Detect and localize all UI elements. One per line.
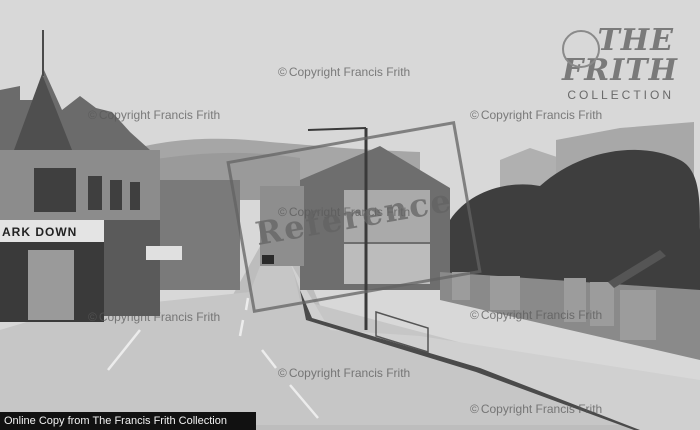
- photo-scene: ARK DOWN Copyright Francis Frith Copyrig…: [0, 0, 700, 430]
- neighbouring-shops: [104, 220, 160, 316]
- watermark: Copyright Francis Frith: [88, 310, 220, 324]
- watermark: Copyright Francis Frith: [470, 108, 602, 122]
- watermark: Copyright Francis Frith: [470, 402, 602, 416]
- shop-window: [28, 250, 74, 320]
- distant-shops: [160, 180, 240, 290]
- watermark: Copyright Francis Frith: [470, 308, 602, 322]
- shop-sign: ARK DOWN: [2, 225, 78, 239]
- caption-bar: Online Copy from The Francis Frith Colle…: [0, 412, 256, 430]
- logo-line-2: COLLECTION: [567, 88, 674, 102]
- watermark: Copyright Francis Frith: [278, 65, 410, 79]
- watermark: Copyright Francis Frith: [278, 366, 410, 380]
- frith-logo: THE FRITH COLLECTION: [562, 26, 677, 102]
- awning: [146, 246, 182, 260]
- logo-seal-icon: [562, 30, 600, 68]
- watermark: Copyright Francis Frith: [88, 108, 220, 122]
